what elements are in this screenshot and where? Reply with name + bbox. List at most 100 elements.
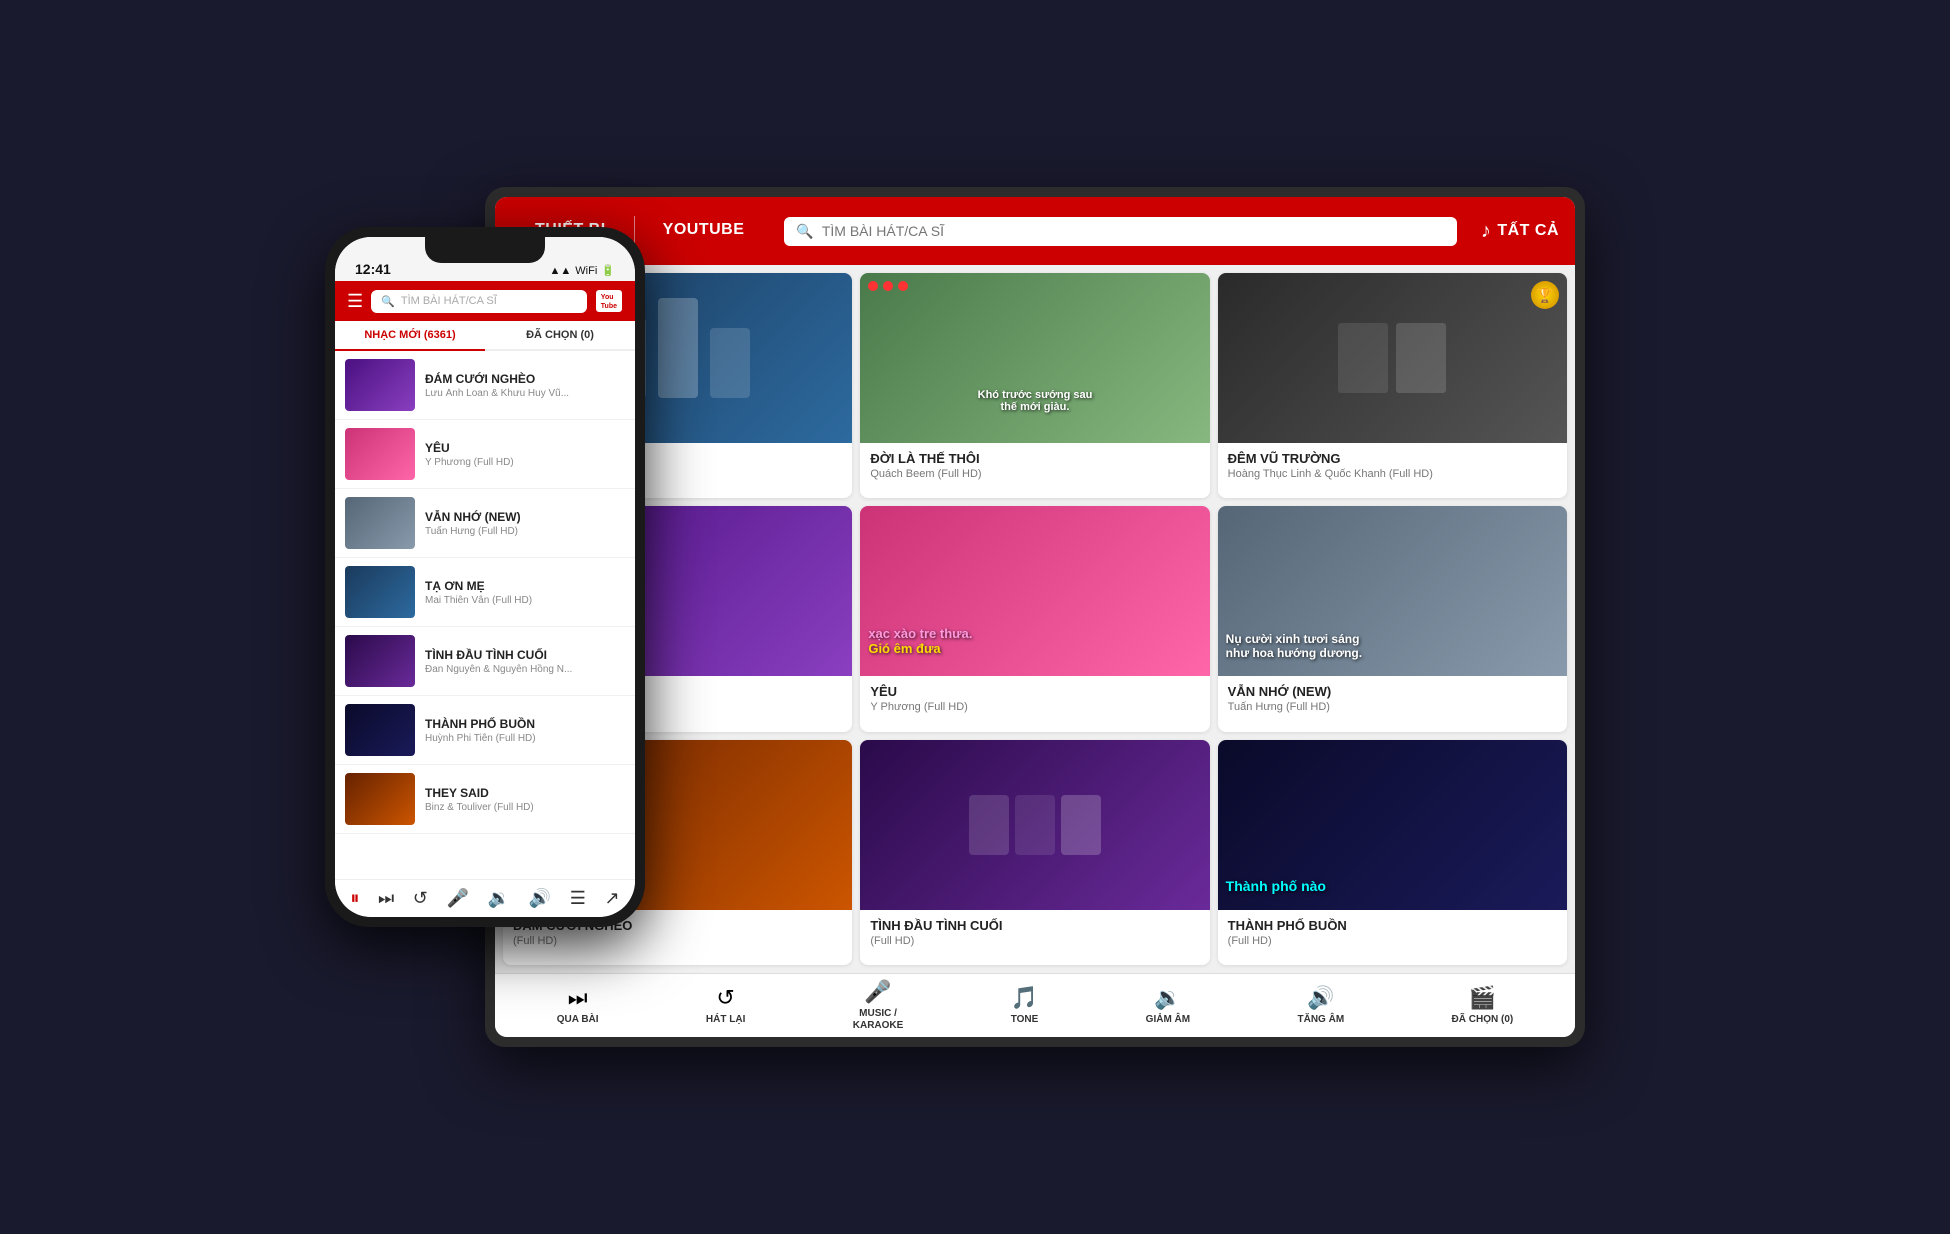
tab-youtube[interactable]: YOUTUBE: [639, 213, 769, 250]
tablet: THIẾT BỊ YOUTUBE 🔍 ♪ TẤT CẢ: [485, 187, 1585, 1047]
wifi-icon: WiFi: [575, 265, 597, 277]
tablet-inner: THIẾT BỊ YOUTUBE 🔍 ♪ TẤT CẢ: [495, 197, 1575, 1037]
tang-am-label: TĂNG ÂM: [1298, 1014, 1345, 1026]
phone-song-artist-2: Y Phương (Full HD): [425, 457, 625, 468]
phone-tab-da-chon[interactable]: ĐÃ CHỌN (0): [485, 321, 635, 349]
tone-icon: 🎵: [1011, 985, 1038, 1011]
phone-song-title-4: TẠ ƠN MẸ: [425, 579, 625, 593]
grid-title-6: VẪN NHỚ (NEW): [1228, 684, 1557, 699]
grid-artist-6: Tuấn Hưng (Full HD): [1228, 701, 1557, 713]
phone-song-info-6: THÀNH PHỐ BUỒN Huỳnh Phi Tiễn (Full HD): [425, 717, 625, 744]
qua-bai-button[interactable]: ⏭ QUA BÀI: [547, 981, 609, 1030]
youtube-badge[interactable]: You Tube: [595, 289, 623, 313]
phone-notch: [425, 237, 545, 263]
phone: 12:41 ▲▲ WiFi 🔋 ☰ 🔍 TÌM BÀI HÁT/CA SĨ Yo…: [325, 227, 645, 927]
playlist-icon: 🎬: [1469, 985, 1496, 1011]
phone-list-item-6[interactable]: THÀNH PHỐ BUỒN Huỳnh Phi Tiễn (Full HD): [335, 696, 635, 765]
phone-search-box[interactable]: 🔍 TÌM BÀI HÁT/CA SĨ: [371, 290, 587, 313]
phone-song-info-2: YÊU Y Phương (Full HD): [425, 441, 625, 468]
phone-song-artist-5: Đan Nguyên & Nguyễn Hồng N...: [425, 664, 625, 675]
grid-item-8[interactable]: TÌNH ĐẦU TÌNH CUỐI (Full HD): [860, 740, 1209, 965]
grid-item-5[interactable]: xạc xào tre thưa. Gió êm đưa YÊU Y Phươn…: [860, 506, 1209, 731]
grid-artist-3: Hoàng Thục Linh & Quốc Khanh (Full HD): [1228, 468, 1557, 480]
phone-song-title-7: THEY SAID: [425, 786, 625, 800]
grid-artist-7: (Full HD): [513, 935, 842, 947]
mic-icon: 🎤: [864, 979, 891, 1005]
phone-tab-nhac-moi[interactable]: NHẠC MỚI (6361): [335, 321, 485, 351]
phone-vol-down-btn[interactable]: 🔉: [488, 888, 510, 909]
phone-thumb-6: [345, 704, 415, 756]
phone-mic-btn[interactable]: 🎤: [447, 888, 469, 909]
phone-tabs: NHẠC MỚI (6361) ĐÃ CHỌN (0): [335, 321, 635, 351]
phone-song-title-3: VẪN NHỚ (NEW): [425, 510, 625, 524]
grid-title-8: TÌNH ĐẦU TÌNH CUỐI: [870, 918, 1199, 933]
phone-song-artist-6: Huỳnh Phi Tiễn (Full HD): [425, 733, 625, 744]
phone-thumb-5: [345, 635, 415, 687]
grid-item-3[interactable]: 🏆 ĐÊM VŨ TRƯỜNG Hoàng Thục Linh & Quốc K…: [1218, 273, 1567, 498]
phone-song-info-5: TÌNH ĐẦU TÌNH CUỐI Đan Nguyên & Nguyễn H…: [425, 648, 625, 675]
da-chon-label: ĐÃ CHỌN (0): [1452, 1014, 1514, 1026]
qua-bai-label: QUA BÀI: [557, 1014, 599, 1026]
phone-song-title-6: THÀNH PHỐ BUỒN: [425, 717, 625, 731]
phone-share-btn[interactable]: ↗: [605, 888, 620, 909]
phone-song-artist-4: Mai Thiên Vân (Full HD): [425, 595, 625, 606]
tablet-header: THIẾT BỊ YOUTUBE 🔍 ♪ TẤT CẢ: [495, 197, 1575, 265]
phone-list-item-3[interactable]: VẪN NHỚ (NEW) Tuấn Hưng (Full HD): [335, 489, 635, 558]
grid-title-5: YÊU: [870, 684, 1199, 699]
phone-list-item-7[interactable]: THEY SAID Binz & Touliver (Full HD): [335, 765, 635, 834]
signal-icon: ▲▲: [550, 265, 572, 277]
phone-song-info-7: THEY SAID Binz & Touliver (Full HD): [425, 786, 625, 813]
phone-list-btn[interactable]: ☰: [570, 888, 586, 909]
giam-am-label: GIẢM ÂM: [1146, 1014, 1190, 1026]
grid-item-9[interactable]: Thành phố nào THÀNH PHỐ BUỒN (Full HD): [1218, 740, 1567, 965]
phone-search-placeholder: TÌM BÀI HÁT/CA SĨ: [401, 295, 497, 307]
youtube-label: You Tube: [601, 294, 617, 310]
tang-am-button[interactable]: 🔊 TĂNG ÂM: [1288, 981, 1355, 1030]
phone-song-info-4: TẠ ƠN MẸ Mai Thiên Vân (Full HD): [425, 579, 625, 606]
grid-artist-8: (Full HD): [870, 935, 1199, 947]
phone-header: ☰ 🔍 TÌM BÀI HÁT/CA SĨ You Tube: [335, 281, 635, 321]
grid-item-2[interactable]: Khó trước sướng sau thế mới giàu. ĐỜI LÀ…: [860, 273, 1209, 498]
phone-vol-up-btn[interactable]: 🔊: [529, 888, 551, 909]
phone-list-item-5[interactable]: TÌNH ĐẦU TÌNH CUỐI Đan Nguyên & Nguyễn H…: [335, 627, 635, 696]
phone-song-title-1: ĐÁM CƯỚI NGHÈO: [425, 372, 625, 386]
music-karaoke-button[interactable]: 🎤 MUSIC / KARAOKE: [843, 975, 914, 1036]
gold-badge: 🏆: [1531, 281, 1559, 309]
tat-ca-label: TẤT CẢ: [1497, 222, 1559, 240]
grid-item-6[interactable]: Nụ cười xinh tươi sáng như hoa hướng dươ…: [1218, 506, 1567, 731]
hamburger-menu[interactable]: ☰: [347, 291, 363, 312]
grid-artist-2: Quách Beem (Full HD): [870, 468, 1199, 480]
da-chon-button[interactable]: 🎬 ĐÃ CHỌN (0): [1442, 981, 1524, 1030]
tablet-search-input[interactable]: [822, 223, 1445, 239]
scene: THIẾT BỊ YOUTUBE 🔍 ♪ TẤT CẢ: [325, 167, 1625, 1067]
giam-am-button[interactable]: 🔉 GIẢM ÂM: [1136, 981, 1200, 1030]
phone-list-item-2[interactable]: YÊU Y Phương (Full HD): [335, 420, 635, 489]
vol-down-icon: 🔉: [1154, 985, 1181, 1011]
tat-ca-button[interactable]: ♪ TẤT CẢ: [1481, 220, 1559, 243]
phone-song-info-1: ĐÁM CƯỚI NGHÈO Lưu Ánh Loan & Khưu Huy V…: [425, 372, 625, 399]
tone-label: TONE: [1011, 1014, 1039, 1026]
phone-list-item-1[interactable]: ĐÁM CƯỚI NGHÈO Lưu Ánh Loan & Khưu Huy V…: [335, 351, 635, 420]
hat-lai-label: HÁT LẠI: [706, 1014, 745, 1026]
tone-button[interactable]: 🎵 TONE: [1001, 981, 1049, 1030]
repeat-icon: ↺: [716, 985, 734, 1011]
phone-thumb-1: [345, 359, 415, 411]
phone-thumb-2: [345, 428, 415, 480]
phone-thumb-4: [345, 566, 415, 618]
phone-inner: 12:41 ▲▲ WiFi 🔋 ☰ 🔍 TÌM BÀI HÁT/CA SĨ Yo…: [335, 237, 635, 917]
phone-song-title-5: TÌNH ĐẦU TÌNH CUỐI: [425, 648, 625, 662]
phone-pause-btn[interactable]: ⏸: [350, 888, 359, 909]
tablet-grid: ĐANG THẤT TÌNH (Full HD): [495, 265, 1575, 973]
phone-skip-btn[interactable]: ⏭: [378, 888, 394, 909]
phone-thumb-7: [345, 773, 415, 825]
music-note-icon: ♪: [1481, 220, 1492, 243]
phone-list-item-4[interactable]: TẠ ƠN MẸ Mai Thiên Vân (Full HD): [335, 558, 635, 627]
hat-lai-button[interactable]: ↺ HÁT LẠI: [696, 981, 755, 1030]
phone-repeat-btn[interactable]: ↺: [413, 888, 428, 909]
search-icon: 🔍: [796, 223, 813, 240]
tablet-search-box[interactable]: 🔍: [784, 217, 1456, 246]
music-karaoke-label: MUSIC / KARAOKE: [853, 1008, 904, 1032]
phone-search-icon: 🔍: [381, 295, 395, 308]
phone-song-artist-1: Lưu Ánh Loan & Khưu Huy Vũ...: [425, 388, 625, 399]
battery-icon: 🔋: [601, 264, 615, 277]
